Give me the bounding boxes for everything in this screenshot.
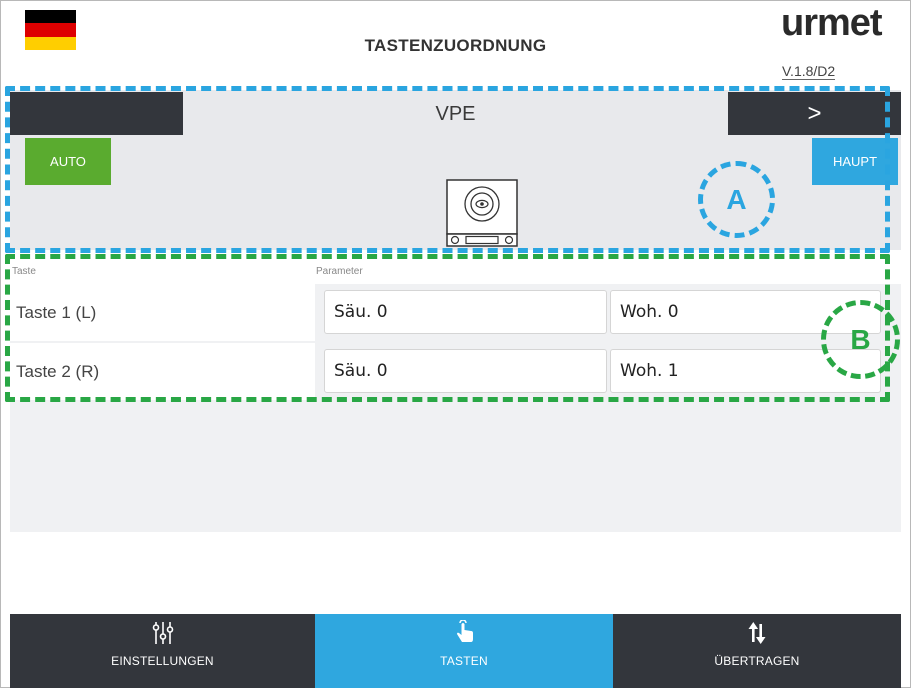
page-title: TASTENZUORDNUNG (364, 36, 547, 55)
tab-label: TASTEN (440, 654, 488, 668)
sliders-icon (152, 622, 173, 644)
tab-tasten[interactable]: TASTEN (315, 614, 613, 688)
section-b-outline (5, 254, 890, 402)
bottom-tab-bar: EINSTELLUNGEN TASTEN ÜBERTRAGEN (10, 614, 901, 688)
version-label: V.1.8/D2 (782, 63, 836, 80)
callout-a: A (698, 161, 775, 238)
tab-uebertragen[interactable]: ÜBERTRAGEN (613, 614, 901, 688)
hand-tap-icon (457, 620, 473, 642)
tab-einstellungen[interactable]: EINSTELLUNGEN (10, 614, 315, 688)
tab-label: EINSTELLUNGEN (111, 654, 214, 668)
tab-label: ÜBERTRAGEN (714, 654, 800, 668)
callout-b: B (821, 300, 900, 379)
transfer-arrows-icon (748, 622, 766, 644)
urmet-logo: urmet (781, 2, 883, 44)
